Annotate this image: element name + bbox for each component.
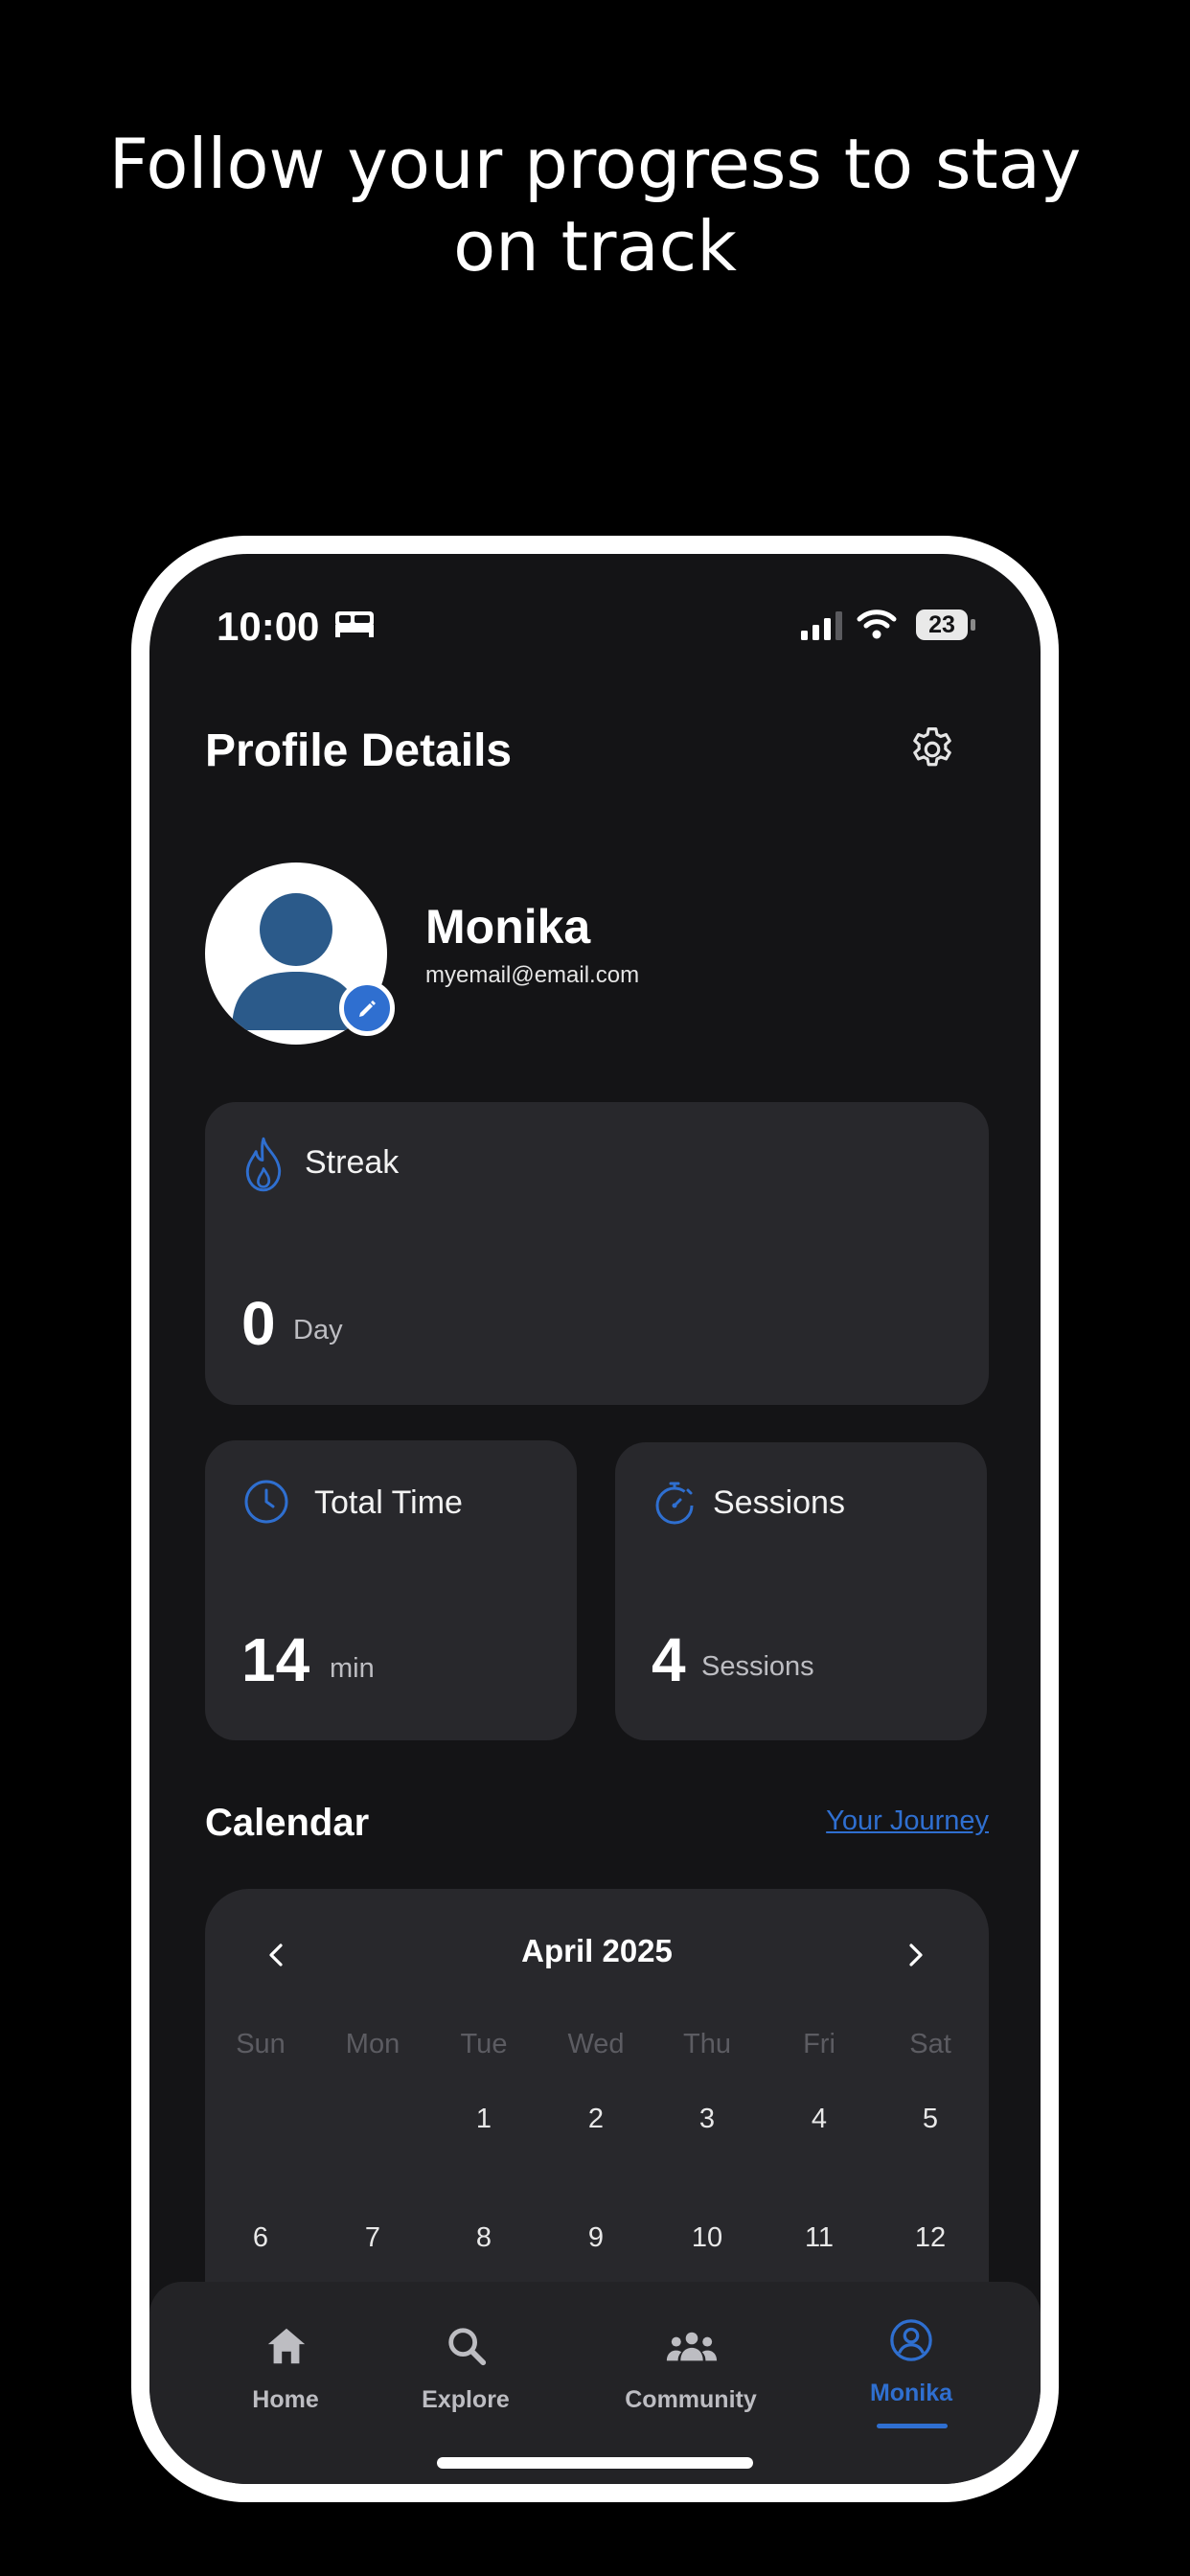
calendar-day[interactable]: 11 [764, 2222, 875, 2254]
weekday-wed: Wed [567, 2029, 625, 2059]
streak-unit: Day [293, 1315, 343, 1346]
cellular-signal-icon [801, 611, 842, 640]
calendar-day[interactable]: 7 [317, 2222, 428, 2254]
profile-icon [890, 2319, 932, 2361]
total-time-card: Total Time 14 min [205, 1440, 577, 1740]
total-time-label: Total Time [314, 1484, 463, 1521]
home-icon [267, 2328, 306, 2364]
wifi-icon [857, 610, 897, 639]
chevron-right-icon[interactable] [901, 1941, 929, 1969]
calendar-day[interactable]: 1 [428, 2104, 539, 2135]
calendar-day[interactable]: 12 [875, 2222, 986, 2254]
calendar-title: Calendar [205, 1802, 370, 1844]
sessions-unit: Sessions [701, 1651, 814, 1682]
streak-card: Streak 0 Day [205, 1102, 989, 1405]
streak-value: 0 [241, 1289, 276, 1358]
calendar-day[interactable]: 9 [540, 2222, 652, 2254]
weekday-sun: Sun [236, 2029, 286, 2059]
headline-line-2: on track [453, 206, 737, 287]
weekday-mon: Mon [345, 2029, 400, 2059]
calendar-day[interactable]: 4 [764, 2104, 875, 2135]
stopwatch-icon [655, 1482, 694, 1525]
marketing-headline: Follow your progress to stay on track [0, 123, 1190, 288]
streak-label: Streak [305, 1144, 400, 1181]
tab-home[interactable]: Home [224, 2282, 347, 2484]
weekday-sat: Sat [909, 2029, 951, 2059]
settings-gear-icon[interactable] [906, 724, 958, 775]
tab-community-label: Community [625, 2386, 757, 2413]
home-indicator [437, 2457, 753, 2469]
search-icon [448, 2328, 487, 2366]
calendar-day[interactable]: 10 [652, 2222, 763, 2254]
battery-level: 23 [916, 610, 968, 640]
sessions-label: Sessions [713, 1484, 845, 1521]
tab-explore[interactable]: Explore [404, 2282, 527, 2484]
calendar-day[interactable]: 5 [875, 2104, 986, 2135]
sleep-focus-icon [335, 611, 374, 637]
calendar-month: April 2025 [521, 1933, 673, 1968]
tab-profile[interactable]: Monika [854, 2282, 969, 2484]
community-icon [666, 2332, 718, 2361]
headline-line-1: Follow your progress to stay [108, 124, 1082, 204]
calendar-day[interactable]: 8 [428, 2222, 539, 2254]
weekday-tue: Tue [460, 2029, 508, 2059]
your-journey-link[interactable]: Your Journey [801, 1806, 989, 1837]
sessions-value: 4 [652, 1625, 686, 1694]
tab-explore-label: Explore [422, 2386, 510, 2413]
weekday-fri: Fri [803, 2029, 835, 2059]
battery-indicator: 23 [916, 610, 975, 640]
user-email: myemail@email.com [425, 962, 640, 988]
sessions-card: Sessions 4 Sessions [615, 1442, 987, 1740]
user-name: Monika [425, 900, 591, 954]
calendar-day[interactable]: 2 [540, 2104, 652, 2135]
battery-tip [971, 619, 975, 631]
flame-icon [245, 1137, 282, 1192]
weekday-thu: Thu [683, 2029, 731, 2059]
pencil-icon [359, 1000, 376, 1017]
app-screen: 10:00 23 Profile Details Monika myemail@… [149, 554, 1041, 2484]
calendar-day[interactable]: 6 [205, 2222, 316, 2254]
page-title: Profile Details [205, 725, 513, 776]
total-time-value: 14 [241, 1625, 310, 1694]
bottom-tab-bar: Home Explore Community Monika [149, 2282, 1041, 2484]
edit-avatar-button[interactable] [339, 980, 395, 1036]
total-time-unit: min [330, 1653, 375, 1684]
tab-profile-label: Monika [869, 2380, 953, 2406]
calendar-day[interactable]: 3 [652, 2104, 763, 2135]
tab-home-label: Home [252, 2386, 319, 2413]
phone-frame: 10:00 23 Profile Details Monika myemail@… [131, 536, 1059, 2502]
tab-community[interactable]: Community [600, 2282, 782, 2484]
clock-icon [244, 1480, 288, 1524]
status-time: 10:00 [217, 604, 320, 649]
active-tab-indicator [877, 2424, 948, 2428]
